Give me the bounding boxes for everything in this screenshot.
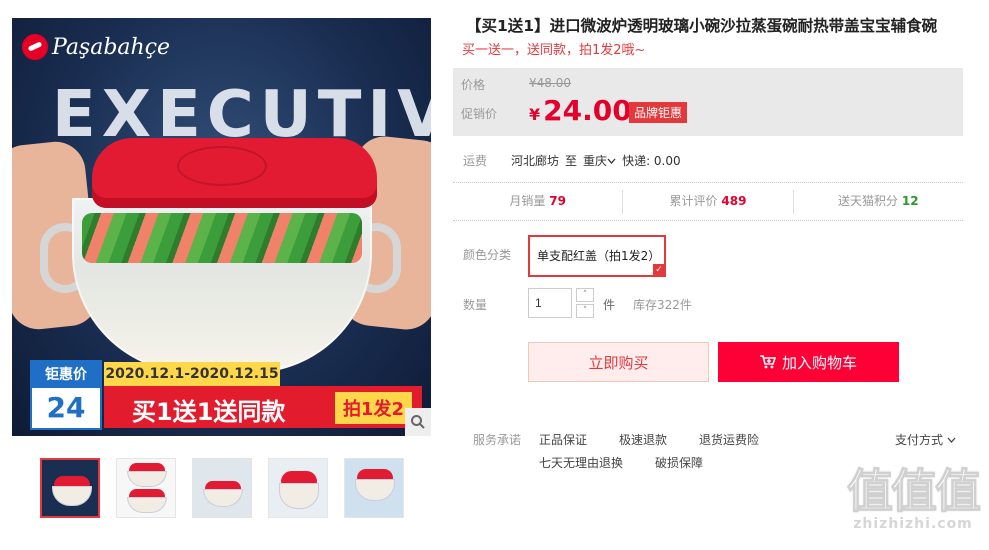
- thumbnail-1[interactable]: [40, 458, 100, 518]
- express-fee: 快递: 0.00: [622, 154, 681, 168]
- quantity-input[interactable]: [528, 288, 572, 318]
- thumbnail-5[interactable]: [344, 458, 404, 518]
- shipping-destination-select[interactable]: 重庆: [583, 152, 616, 169]
- stat-reviews[interactable]: 累计评价 489: [623, 190, 794, 214]
- thumbnail-bowl: [127, 471, 167, 487]
- original-price-label: 价格: [461, 78, 486, 92]
- product-main-image[interactable]: EXECUTIVE Paşabahçe 钜惠价 24 2020.12.1-202…: [12, 18, 431, 436]
- brand-logo-icon: [22, 34, 48, 60]
- payment-methods-label: 支付方式: [895, 433, 944, 447]
- stats-row: 月销量 79 累计评价 489 送天猫积分 12: [453, 190, 963, 214]
- site-watermark: 值值值 zhizhizhi.com: [838, 464, 988, 533]
- quantity-label: 数量: [463, 298, 488, 312]
- shipping-destination: 重庆: [583, 154, 608, 168]
- cart-icon: [759, 355, 776, 369]
- stat-points: 送天猫积分 12: [794, 190, 963, 214]
- promo-price: ¥24.00: [529, 94, 632, 127]
- shipping-row: 运费 河北廊坊 至 重庆 快递: 0.00: [463, 152, 681, 169]
- promo-price-label: 促销价: [461, 107, 498, 121]
- add-to-cart-label: 加入购物车: [781, 353, 857, 372]
- promo-banner-text: 买1送1送同款: [132, 398, 286, 426]
- thumbnail-bowl: [127, 497, 167, 513]
- stat-label: 月销量: [509, 194, 546, 208]
- divider: [453, 220, 963, 221]
- stat-label: 累计评价: [669, 194, 718, 208]
- brand-logo: Paşabahçe: [22, 34, 170, 60]
- shipping-from: 河北廊坊: [511, 154, 560, 168]
- thumbnail-strip: [40, 458, 404, 518]
- price-tag-label: 钜惠价: [32, 362, 100, 388]
- promo-banner-badge: 拍1发2: [334, 392, 412, 424]
- magnifier-icon: [411, 415, 425, 429]
- promo-date-range: 2020.12.1-2020.12.15: [104, 362, 280, 386]
- thumbnail-bowl: [52, 486, 92, 506]
- service-item[interactable]: 退货运费险: [699, 431, 759, 448]
- quantity-decrease-button[interactable]: ˅: [576, 304, 594, 318]
- color-option-label: 颜色分类: [463, 248, 512, 262]
- promo-banner: 买1送1送同款 拍1发2: [104, 386, 422, 428]
- quantity-unit: 件: [603, 298, 616, 312]
- service-item[interactable]: 破损保障: [655, 454, 703, 471]
- shipping-label: 运费: [463, 154, 488, 168]
- lid-emboss: [177, 146, 267, 186]
- divider: [453, 182, 963, 183]
- currency-symbol: ¥: [529, 105, 541, 124]
- price-panel: 价格 ¥48.00 促销价 ¥24.00 品牌钜惠: [453, 68, 963, 136]
- thumbnail-bowl: [203, 489, 243, 507]
- service-item[interactable]: 正品保证: [539, 431, 587, 448]
- original-price: ¥48.00: [529, 76, 571, 90]
- chevron-down-icon: [947, 437, 956, 443]
- thumbnail-bowl: [279, 483, 319, 509]
- color-option-selected[interactable]: 单支配红盖（拍1发2）: [528, 235, 666, 277]
- thumbnail-bowl: [355, 479, 395, 501]
- watermark-url: zhizhizhi.com: [853, 516, 973, 532]
- stock-count: 库存322件: [633, 298, 692, 312]
- service-item[interactable]: 七天无理由退换: [539, 454, 623, 471]
- buy-now-button[interactable]: 立即购买: [528, 342, 709, 382]
- watermark-chars: 值值值: [847, 464, 982, 518]
- thumbnail-2[interactable]: [116, 458, 176, 518]
- service-label: 服务承诺: [473, 433, 522, 447]
- stat-monthly-sales: 月销量 79: [453, 190, 624, 214]
- promo-price-value: 24.00: [543, 94, 632, 127]
- stat-label: 送天猫积分: [838, 194, 899, 208]
- stat-value: 12: [901, 194, 919, 208]
- zoom-button[interactable]: [405, 408, 431, 436]
- service-item[interactable]: 极速退款: [619, 431, 667, 448]
- price-tag-badge: 钜惠价 24: [30, 360, 102, 430]
- brand-deal-badge: 品牌钜惠: [629, 102, 688, 123]
- chevron-down-icon: [607, 158, 616, 164]
- stat-value: 79: [549, 194, 566, 208]
- brand-logo-text: Paşabahçe: [52, 34, 171, 60]
- product-title: 【买1送1】进口微波炉透明玻璃小碗沙拉蒸蛋碗耐热带盖宝宝辅食碗: [466, 17, 938, 35]
- shipping-to-word: 至: [565, 154, 578, 168]
- product-subtitle: 买一送一，送同款，拍1发2哦~: [462, 43, 646, 58]
- thumbnail-4[interactable]: [268, 458, 328, 518]
- payment-methods-dropdown[interactable]: 支付方式: [895, 431, 956, 448]
- bowl-vegetables: [82, 213, 362, 263]
- stat-value: 489: [721, 194, 747, 208]
- quantity-increase-button[interactable]: ˄: [576, 288, 594, 302]
- add-to-cart-button[interactable]: 加入购物车: [718, 342, 899, 382]
- thumbnail-3[interactable]: [192, 458, 252, 518]
- price-tag-number: 24: [46, 391, 86, 424]
